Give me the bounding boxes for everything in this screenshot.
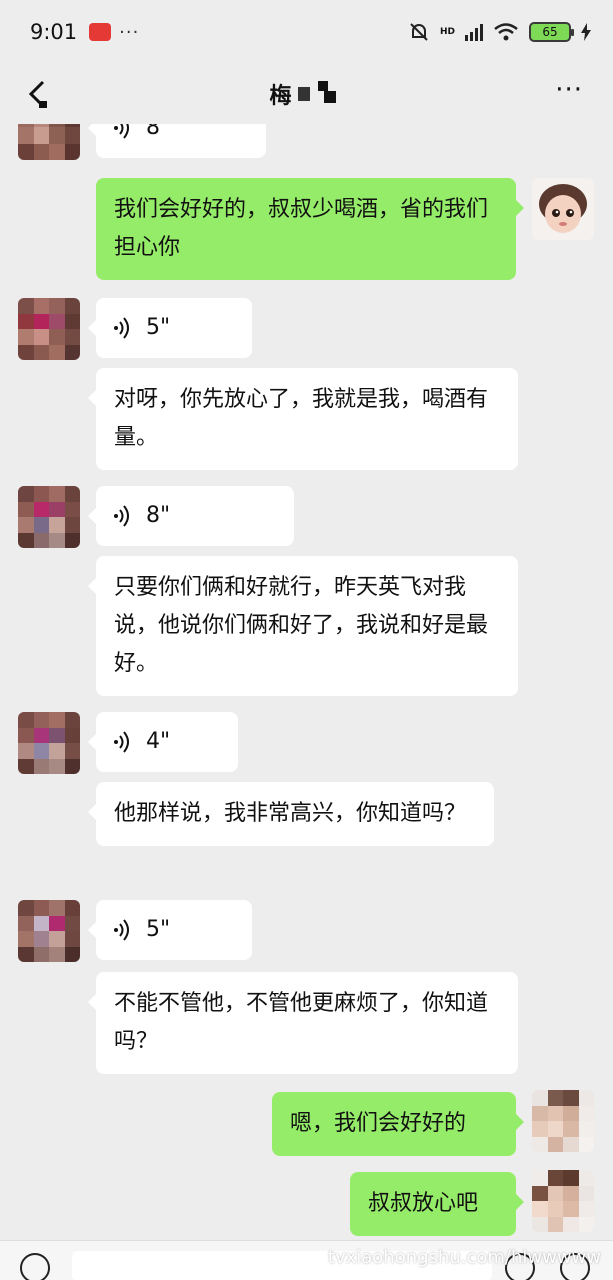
voice-message[interactable]: 8"	[88, 486, 294, 546]
battery-icon: 65	[529, 22, 574, 42]
voice-duration: 4"	[146, 729, 171, 754]
chat-title-text: 梅	[269, 84, 292, 109]
chat-area[interactable]: 8" 我们会好好的，叔叔少喝酒，省的我们担心你 5" 对呀，你先放心了，我就是我…	[0, 124, 613, 1240]
voice-duration: 8"	[146, 124, 171, 140]
message-text: 嗯，我们会好好的	[290, 1111, 467, 1136]
voice-message[interactable]: 5"	[88, 298, 252, 358]
contact-avatar[interactable]	[18, 712, 80, 774]
watermark: tvxiaohongshu.com/hlwwwww	[327, 1247, 601, 1268]
wifi-icon	[494, 23, 518, 41]
status-bar: 9:01 ··· HD 65	[0, 0, 613, 64]
status-icons: HD 65	[408, 21, 591, 43]
chat-title: 梅	[269, 78, 343, 110]
my-avatar[interactable]	[532, 1170, 594, 1232]
contact-avatar[interactable]	[18, 124, 80, 160]
redacted-name-icon	[297, 81, 336, 103]
voice-wave-icon	[114, 505, 129, 527]
contact-avatar[interactable]	[18, 486, 80, 548]
message-text: 只要你们俩和好就行，昨天英飞对我说，他说你们俩和好了，我说和好是最好。	[114, 575, 489, 676]
voice-wave-icon	[114, 124, 129, 139]
voice-duration: 5"	[146, 917, 171, 942]
voice-duration: 5"	[146, 315, 171, 340]
voice-message[interactable]: 4"	[88, 712, 238, 772]
message-text: 叔叔放心吧	[368, 1191, 479, 1216]
message-bubble-contact[interactable]: 对呀，你先放心了，我就是我，喝酒有量。	[88, 368, 518, 470]
contact-avatar[interactable]	[18, 900, 80, 962]
message-text: 不能不管他，不管他更麻烦了，你知道吗？	[114, 991, 489, 1054]
voice-wave-icon	[114, 317, 129, 339]
charging-icon	[581, 23, 591, 41]
status-time: 9:01	[30, 20, 78, 44]
cartoon-girl-avatar-icon	[532, 178, 594, 240]
my-avatar[interactable]	[532, 1090, 594, 1152]
cellular-signal-icon	[465, 23, 483, 41]
voice-wave-icon	[114, 919, 129, 941]
my-avatar[interactable]	[532, 178, 594, 240]
voice-wave-icon	[114, 731, 129, 753]
hd-icon: HD	[439, 27, 455, 37]
message-bubble-mine[interactable]: 嗯，我们会好好的	[272, 1092, 524, 1156]
mute-bell-icon	[410, 23, 428, 41]
notification-app-icon	[89, 23, 112, 41]
voice-message[interactable]: 5"	[88, 900, 252, 960]
message-bubble-contact[interactable]: 不能不管他，不管他更麻烦了，你知道吗？	[88, 972, 518, 1074]
message-text: 他那样说，我非常高兴，你知道吗？	[114, 801, 467, 826]
more-options-button[interactable]: ···	[555, 77, 583, 103]
chevron-left-icon	[28, 80, 47, 108]
message-bubble-mine[interactable]: 叔叔放心吧	[350, 1172, 524, 1236]
more-notifications-icon: ···	[119, 21, 140, 43]
voice-input-icon[interactable]	[20, 1253, 50, 1280]
contact-avatar[interactable]	[18, 298, 80, 360]
back-button[interactable]	[22, 78, 52, 110]
message-bubble-contact[interactable]: 他那样说，我非常高兴，你知道吗？	[88, 782, 494, 846]
voice-message[interactable]: 8"	[88, 124, 266, 158]
message-text: 我们会好好的，叔叔少喝酒，省的我们担心你	[114, 197, 489, 260]
message-bubble-contact[interactable]: 只要你们俩和好就行，昨天英飞对我说，他说你们俩和好了，我说和好是最好。	[88, 556, 518, 696]
message-bubble-mine[interactable]: 我们会好好的，叔叔少喝酒，省的我们担心你	[96, 178, 524, 280]
message-text: 对呀，你先放心了，我就是我，喝酒有量。	[114, 387, 489, 450]
voice-duration: 8"	[146, 503, 171, 528]
nav-bar: 梅 ···	[0, 64, 613, 124]
